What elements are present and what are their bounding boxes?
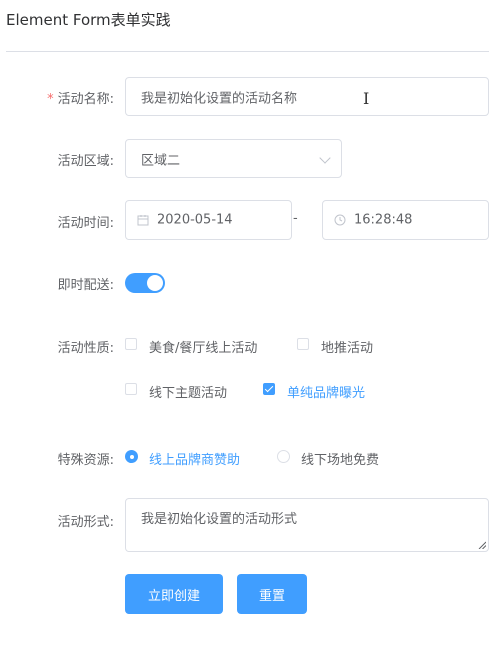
radio-dot	[277, 450, 290, 463]
resource-label: 特殊资源:	[57, 453, 114, 468]
region-selected-value: 区域二	[141, 153, 181, 168]
resize-handle-icon[interactable]	[478, 541, 486, 549]
checkbox-box	[125, 338, 137, 350]
switch-knob	[147, 275, 163, 291]
radio-label: 线下场地免费	[301, 453, 380, 468]
delivery-label: 即时配送:	[57, 278, 114, 293]
checkbox-label: 地推活动	[321, 341, 374, 356]
time-separator: -	[293, 211, 298, 226]
checkbox-box	[297, 338, 309, 350]
radio-label: 线上品牌商赞助	[149, 453, 241, 468]
time-picker[interactable]: 16:28:48	[322, 200, 489, 240]
name-label: * 活动名称:	[47, 88, 114, 107]
activity-name-input[interactable]: 我是初始化设置的活动名称 I	[125, 77, 489, 116]
name-label-text: 活动名称:	[57, 92, 114, 107]
time-label: 活动时间:	[57, 216, 114, 231]
check-icon	[263, 383, 275, 395]
delivery-switch[interactable]	[125, 273, 165, 293]
required-mark: *	[47, 92, 54, 107]
radio-dot	[125, 450, 138, 463]
desc-label: 活动形式:	[57, 515, 114, 530]
chevron-down-icon	[319, 152, 331, 164]
activity-name-value: 我是初始化设置的活动名称	[141, 91, 298, 106]
page-title: Element Form表单实践	[6, 11, 171, 29]
clock-icon	[334, 214, 346, 226]
calendar-icon	[137, 215, 149, 226]
title-divider	[6, 51, 489, 52]
checkbox-label: 线下主题活动	[149, 386, 228, 401]
checkbox-label: 单纯品牌曝光	[287, 386, 366, 401]
region-select[interactable]: 区域二	[125, 139, 342, 178]
reset-button[interactable]: 重置	[237, 574, 307, 614]
create-button[interactable]: 立即创建	[125, 574, 223, 614]
region-label: 活动区域:	[57, 154, 114, 169]
time-value: 16:28:48	[354, 212, 413, 228]
desc-value: 我是初始化设置的活动形式	[141, 512, 298, 527]
text-cursor-icon: I	[363, 89, 370, 108]
checkbox-box	[125, 383, 137, 395]
type-label: 活动性质:	[57, 341, 114, 356]
checkbox-label: 美食/餐厅线上活动	[149, 341, 258, 356]
date-picker[interactable]: 2020-05-14	[125, 200, 292, 240]
date-value: 2020-05-14	[157, 212, 233, 228]
desc-textarea[interactable]: 我是初始化设置的活动形式	[125, 498, 489, 552]
